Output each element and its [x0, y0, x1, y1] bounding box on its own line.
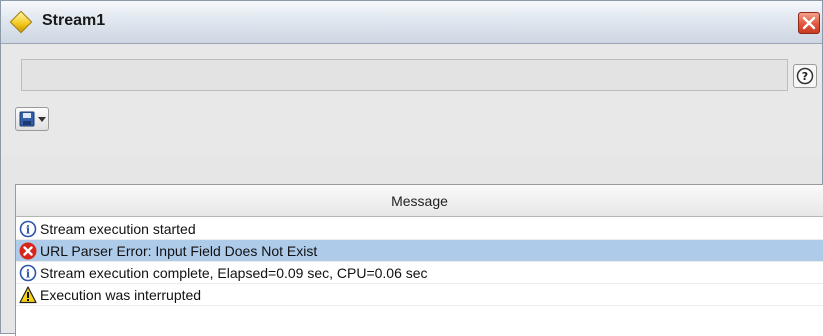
info-icon: i	[19, 264, 37, 282]
column-header-message[interactable]: Message	[16, 185, 823, 217]
stream-window: Stream1 ? Message iStream execution star…	[0, 0, 823, 336]
message-text: Execution was interrupted	[40, 287, 202, 303]
table-row[interactable]: i Stream execution started	[16, 218, 823, 240]
info-icon: i	[19, 220, 37, 238]
help-icon: ?	[796, 67, 814, 85]
status-field	[21, 59, 788, 91]
title-bar[interactable]: Stream1	[1, 1, 822, 44]
table-row[interactable]: URL Parser Error: Input Field Does Not E…	[16, 240, 823, 262]
svg-text:?: ?	[802, 70, 808, 83]
table-row[interactable]: i Stream execution complete, Elapsed=0.09…	[16, 262, 823, 284]
message-text: Stream execution started	[40, 221, 196, 237]
save-disk-icon	[19, 111, 35, 127]
message-text: Stream execution complete, Elapsed=0.09 …	[40, 265, 428, 281]
error-icon	[19, 242, 37, 260]
window-title: Stream1	[42, 12, 106, 29]
warning-icon	[19, 286, 37, 304]
svg-text:i: i	[26, 224, 30, 237]
close-button[interactable]	[798, 12, 820, 34]
message-table: Message i Stream execution started URL Par…	[15, 184, 823, 336]
message-text: URL Parser Error: Input Field Does Not E…	[40, 243, 318, 259]
toolbar-area: ?	[1, 44, 822, 156]
caret-down-icon	[38, 117, 46, 122]
save-dropdown-button[interactable]	[15, 107, 49, 131]
stream-diamond-icon	[9, 10, 33, 34]
column-header-label: Message	[391, 193, 448, 209]
svg-text:i: i	[26, 268, 30, 281]
table-row[interactable]: Execution was interrupted	[16, 284, 823, 306]
close-icon	[802, 16, 816, 30]
help-button[interactable]: ?	[793, 64, 817, 88]
